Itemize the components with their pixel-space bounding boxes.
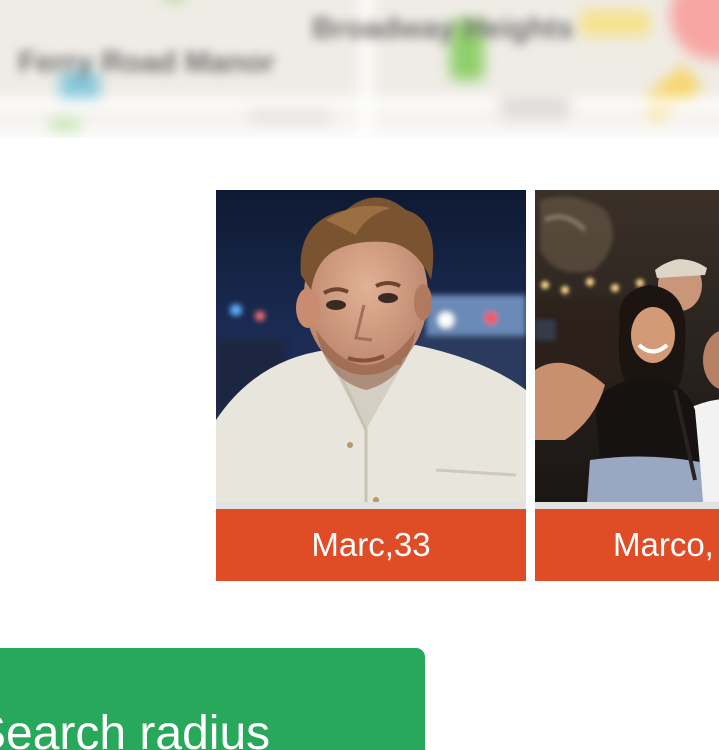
page: Ferry Road Manor Broadway Heights Marc,3… (0, 0, 719, 750)
profile-photo[interactable] (216, 190, 526, 502)
search-radius-button[interactable]: Search radius (0, 648, 425, 750)
map-fade (0, 100, 719, 138)
map-label-ferry-road: Ferry Road Manor (18, 46, 275, 79)
profile-card[interactable]: Marc,33 (216, 190, 526, 581)
profile-name-label[interactable]: Marco, (535, 509, 719, 581)
map-background[interactable]: Ferry Road Manor Broadway Heights (0, 0, 719, 138)
profile-photo[interactable] (535, 190, 719, 502)
search-radius-button-label: Search radius (0, 707, 271, 750)
profile-name-label[interactable]: Marc,33 (216, 509, 526, 581)
profile-card[interactable]: Marco, (535, 190, 719, 581)
map-label-broadway: Broadway Heights (312, 12, 574, 45)
